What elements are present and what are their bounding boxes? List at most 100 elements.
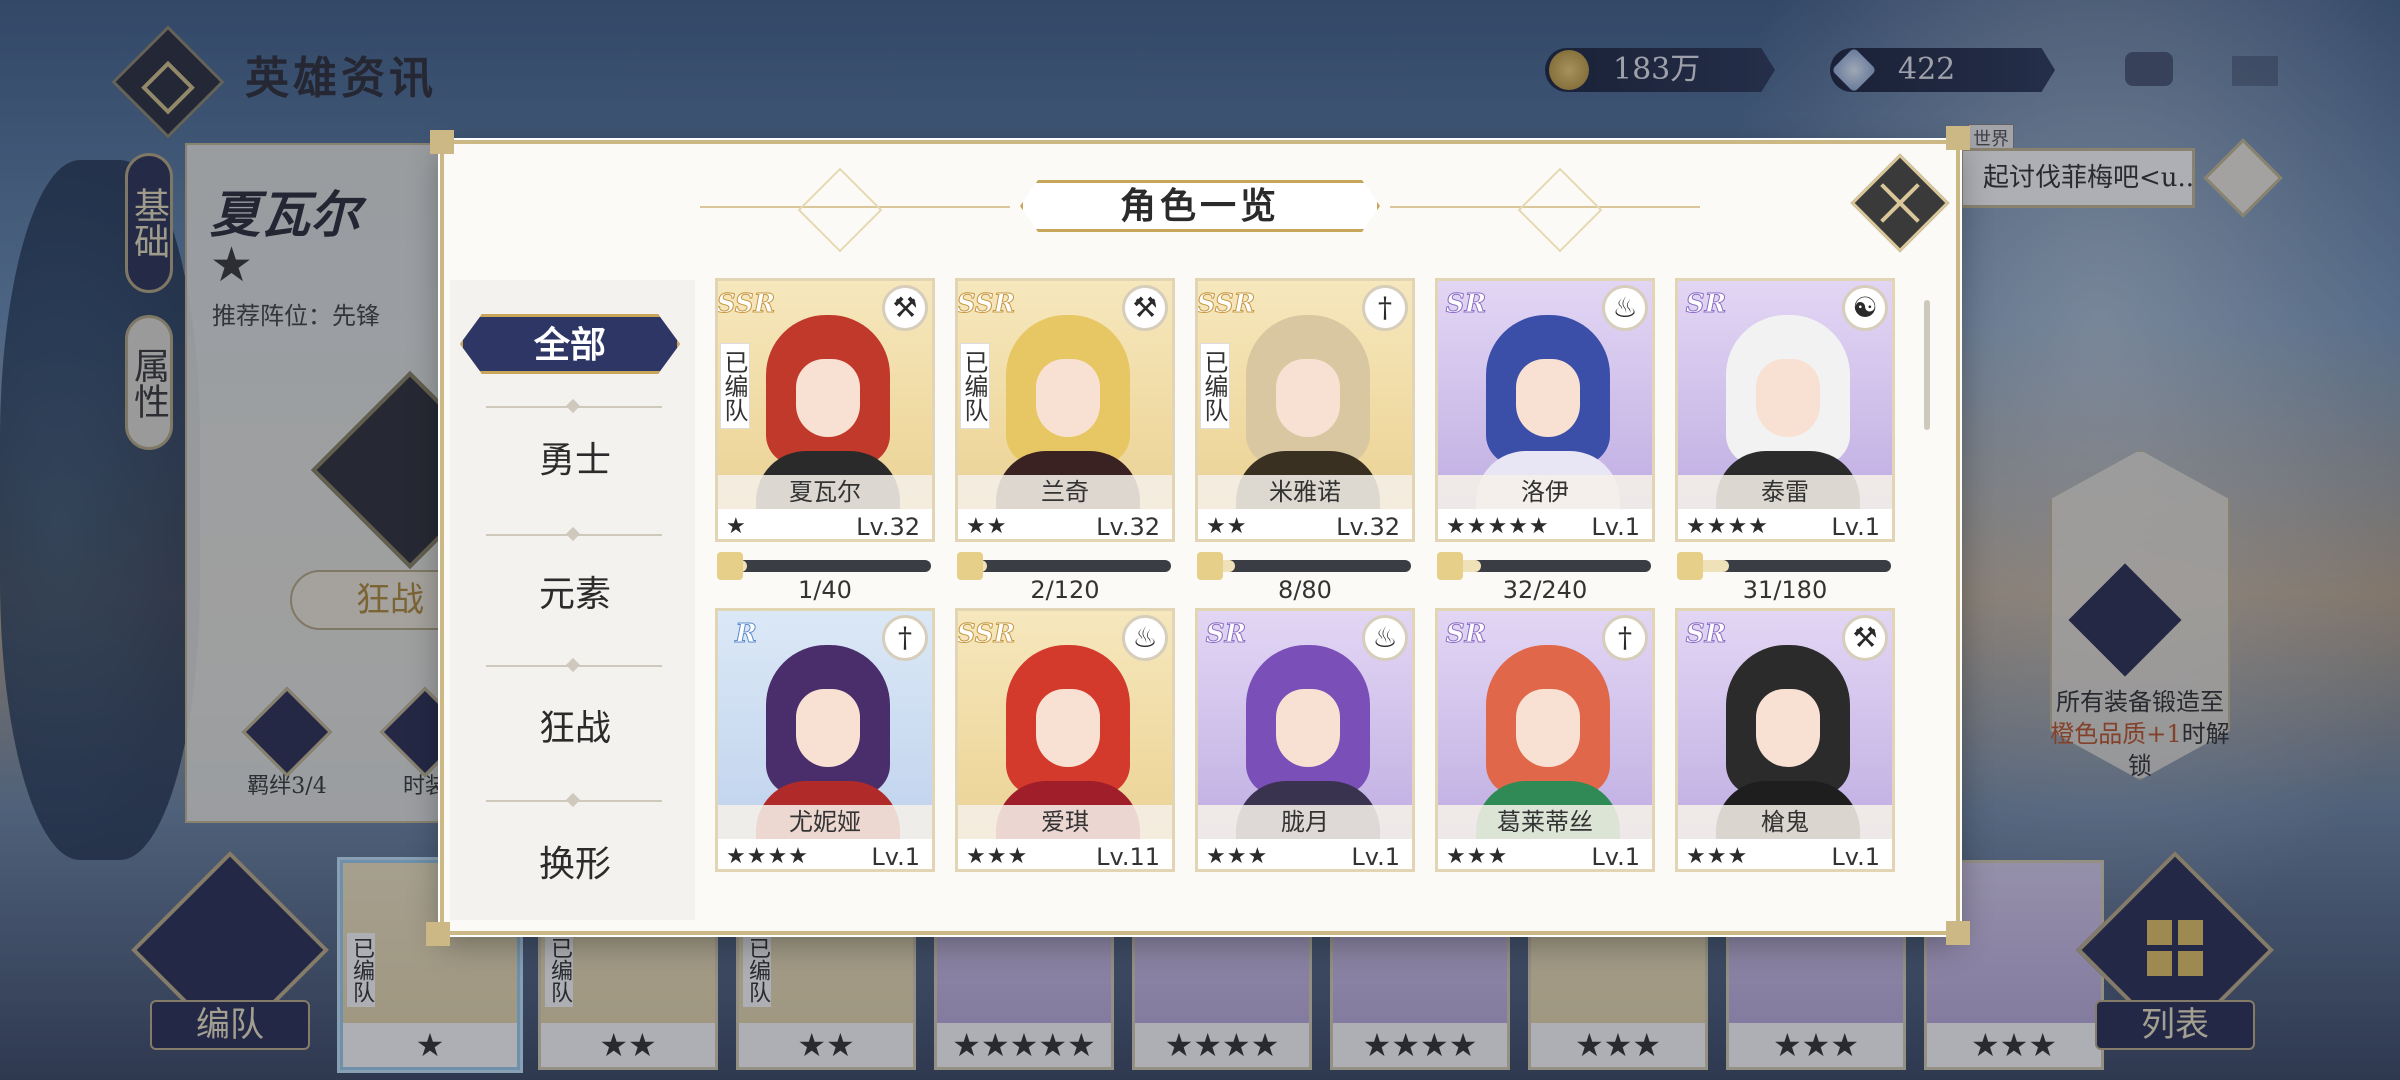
hero-card-level: Lv.32 <box>1336 513 1400 541</box>
hero-card-name: 兰奇 <box>958 475 1172 509</box>
hero-portrait <box>978 631 1158 841</box>
hero-card-stars: ★★ <box>966 514 1008 539</box>
modal-corner <box>426 922 450 946</box>
rarity-badge: SR <box>1678 281 1736 329</box>
portrait-face <box>1276 359 1340 437</box>
in-team-tag: 已编队 <box>960 343 990 429</box>
hero-card-level: Lv.32 <box>1096 513 1160 541</box>
rarity-badge: SSR <box>1198 281 1256 329</box>
axe-icon: ⚒ <box>1122 285 1168 331</box>
hero-card[interactable]: SSR ♨ 爱琪 ★★★ Lv.11 <box>955 608 1175 872</box>
shard-progress-bar <box>1695 560 1891 572</box>
shard-progress: 31/180 <box>1675 548 1895 604</box>
axe-icon: ⚒ <box>1842 615 1888 661</box>
hero-card[interactable]: SR ♨ 洛伊 ★★★★★ Lv.1 <box>1435 278 1655 542</box>
shard-progress-text: 31/180 <box>1742 576 1828 604</box>
hero-card-name: 洛伊 <box>1438 475 1652 509</box>
hero-portrait <box>1698 301 1878 511</box>
hero-card-name: 尤妮娅 <box>718 805 932 839</box>
category-divider <box>486 665 662 667</box>
hero-card[interactable]: SR ☯ 泰雷 ★★★★ Lv.1 <box>1675 278 1895 542</box>
hero-card[interactable]: R † 尤妮娅 ★★★★ Lv.1 <box>715 608 935 872</box>
yin-yang-icon: ☯ <box>1842 285 1888 331</box>
shard-progress-bar <box>1215 560 1411 572</box>
portrait-face <box>1276 689 1340 767</box>
category-1[interactable]: 勇士 <box>470 426 680 496</box>
rarity-badge: SR <box>1678 611 1736 659</box>
hero-portrait <box>1458 631 1638 841</box>
hero-card[interactable]: SR ⚒ 槍鬼 ★★★ Lv.1 <box>1675 608 1895 872</box>
category-4[interactable]: 换形 <box>470 830 680 900</box>
flame-icon: ♨ <box>1362 615 1408 661</box>
hero-card-name: 爱琪 <box>958 805 1172 839</box>
hero-card[interactable]: SSR † 已编队米雅诺 ★★ Lv.32 <box>1195 278 1415 542</box>
shard-progress-bar <box>975 560 1171 572</box>
portrait-face <box>1756 689 1820 767</box>
shard-progress: 32/240 <box>1435 548 1655 604</box>
rarity-badge: SR <box>1438 611 1496 659</box>
hero-card-footer: ★★★ Lv.1 <box>1438 839 1652 869</box>
portrait-face <box>1516 359 1580 437</box>
sword-icon: † <box>1602 615 1648 661</box>
axe-icon: ⚒ <box>882 285 928 331</box>
hero-card-footer: ★★ Lv.32 <box>958 509 1172 541</box>
hero-card-name: 泰雷 <box>1678 475 1892 509</box>
flame-icon: ♨ <box>1602 285 1648 331</box>
shard-progress-bar <box>735 560 931 572</box>
hero-card-stars: ★★ <box>1206 514 1248 539</box>
hero-card-level: Lv.32 <box>856 513 920 541</box>
hero-card-level: Lv.1 <box>871 843 920 871</box>
category-divider <box>486 534 662 536</box>
shard-progress: 2/120 <box>955 548 1175 604</box>
category-0[interactable]: 全部 <box>460 314 680 374</box>
modal-corner <box>1946 126 1970 150</box>
in-team-tag: 已编队 <box>1200 343 1230 429</box>
category-2[interactable]: 元素 <box>470 560 680 630</box>
shard-progress: 8/80 <box>1195 548 1415 604</box>
shard-progress-bar <box>1455 560 1651 572</box>
shard-progress: 1/40 <box>715 548 935 604</box>
hero-card-name: 米雅诺 <box>1198 475 1412 509</box>
hero-grid: SSR ⚒ 已编队夏瓦尔 ★ Lv.32 1/40 SSR ⚒ 已编队兰奇 ★★ Lv.32 2/12… <box>715 278 1905 918</box>
hero-card-level: Lv.1 <box>1831 843 1880 871</box>
portrait-face <box>796 359 860 437</box>
grid-scrollbar[interactable] <box>1924 300 1930 430</box>
hero-card-stars: ★★★★ <box>726 844 809 869</box>
hero-card-footer: ★★★ Lv.1 <box>1678 839 1892 871</box>
category-3[interactable]: 狂战 <box>470 694 680 764</box>
hero-card-footer: ★★★ Lv.1 <box>1198 839 1412 871</box>
hero-card-stars: ★★★ <box>1446 844 1509 869</box>
hero-card-footer: ★★ Lv.32 <box>1198 509 1412 541</box>
rarity-badge: SSR <box>958 611 1016 659</box>
hero-portrait <box>978 301 1158 511</box>
rarity-badge: SR <box>1198 611 1256 659</box>
hero-card-footer: ★★★★ Lv.1 <box>1678 509 1892 539</box>
hero-card-footer: ★★★★★ Lv.1 <box>1438 509 1652 539</box>
portrait-face <box>796 689 860 767</box>
hero-portrait <box>1218 631 1398 841</box>
close-icon <box>1878 181 1922 225</box>
rarity-badge: R <box>718 611 776 659</box>
hero-card-stars: ★★★ <box>1206 844 1269 869</box>
hero-card[interactable]: SR ♨ 胧月 ★★★ Lv.1 <box>1195 608 1415 872</box>
rarity-badge: SR <box>1438 281 1496 329</box>
hero-card[interactable]: SSR ⚒ 已编队 兰奇 ★★ Lv.32 <box>955 278 1175 542</box>
portrait-face <box>1516 689 1580 767</box>
hero-portrait <box>738 301 918 511</box>
hero-card[interactable]: SR † 葛莱蒂丝 ★★★ Lv.1 <box>1435 608 1655 872</box>
hero-card-footer: ★★★ Lv.11 <box>958 839 1172 869</box>
hero-card-name: 夏瓦尔 <box>718 475 932 509</box>
modal-title: 角色一览 <box>1020 180 1380 232</box>
hero-card-stars: ★ <box>726 514 747 539</box>
hero-card-stars: ★★★★ <box>1686 514 1769 539</box>
hero-card-stars: ★★★ <box>1686 844 1749 869</box>
shard-progress-text: 32/240 <box>1502 576 1588 604</box>
sword-icon: † <box>1362 285 1408 331</box>
hero-card-stars: ★★★ <box>966 844 1029 869</box>
category-divider <box>486 406 662 408</box>
hero-portrait <box>738 631 918 841</box>
shard-progress-text: 8/80 <box>1278 576 1332 604</box>
hero-card[interactable]: SSR ⚒ 已编队 夏瓦尔 ★ Lv.32 <box>715 278 935 542</box>
hero-card-level: Lv.1 <box>1351 843 1400 871</box>
hero-portrait <box>1698 631 1878 841</box>
